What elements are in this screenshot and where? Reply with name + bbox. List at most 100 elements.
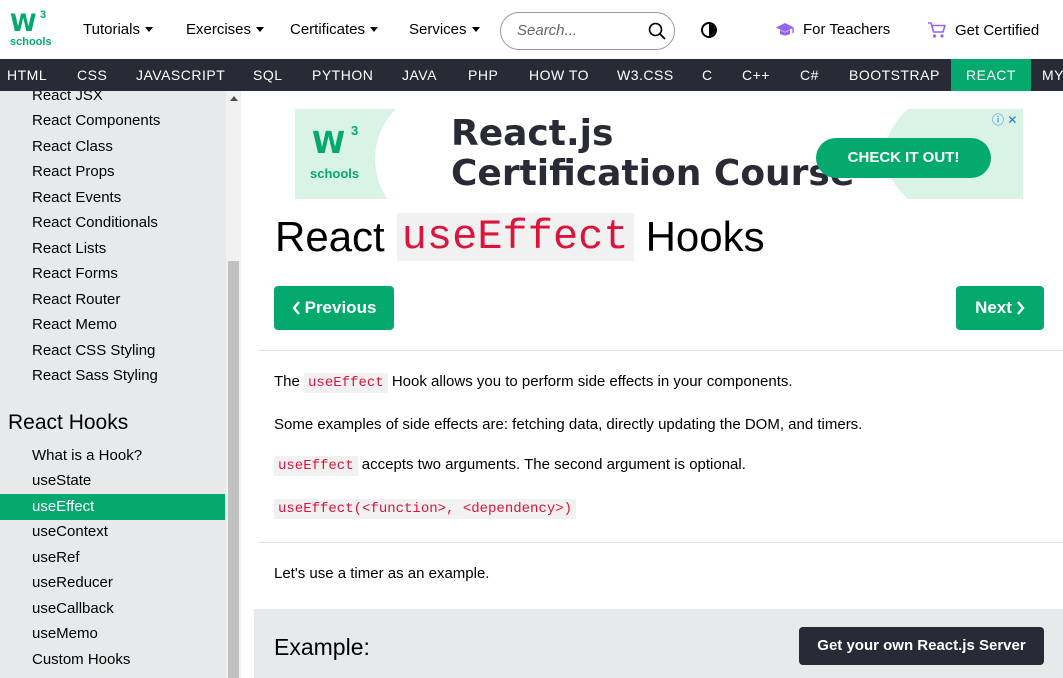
previous-button-label: Previous bbox=[304, 298, 377, 317]
chevron-right-icon bbox=[1017, 301, 1025, 315]
sidebar-item-react-lists[interactable]: React Lists bbox=[32, 240, 106, 257]
sidebar-item-react-sass-styling[interactable]: React Sass Styling bbox=[32, 367, 158, 384]
ad-logo-superscript: 3 bbox=[351, 123, 359, 138]
nav-tutorials[interactable]: Tutorials bbox=[83, 21, 153, 38]
topic-cpp[interactable]: C++ bbox=[732, 59, 780, 91]
sidebar-scrollbar-thumb[interactable] bbox=[228, 261, 239, 678]
divider bbox=[258, 350, 1063, 351]
paragraph-signature: useEffect(<function>, <dependency>) bbox=[274, 499, 577, 519]
sidebar-item-react-props[interactable]: React Props bbox=[32, 163, 115, 180]
example-label: Example: bbox=[274, 634, 370, 660]
sidebar-item-react-conditionals[interactable]: React Conditionals bbox=[32, 214, 158, 231]
get-certified-label: Get Certified bbox=[955, 21, 1040, 39]
caret-down-icon bbox=[256, 27, 265, 32]
text: Hook allows you to perform side effects … bbox=[391, 373, 793, 390]
get-certified-link[interactable]: Get Certified bbox=[927, 21, 1039, 39]
topic-python[interactable]: PYTHON bbox=[302, 59, 383, 91]
ad-title-line1: React.js bbox=[451, 113, 614, 154]
chevron-left-icon bbox=[292, 301, 300, 315]
sidebar-item-usecontext[interactable]: useContext bbox=[32, 523, 108, 540]
page-title-post: Hooks bbox=[645, 213, 765, 260]
caret-down-icon bbox=[471, 27, 480, 32]
next-button-label: Next bbox=[975, 298, 1012, 317]
logo-mark: W bbox=[10, 9, 37, 37]
sidebar-item-react-css-styling[interactable]: React CSS Styling bbox=[32, 342, 155, 359]
paragraph-arguments: useEffect accepts two arguments. The sec… bbox=[274, 456, 746, 476]
sidebar-item-custom-hooks[interactable]: Custom Hooks bbox=[32, 651, 130, 668]
sidebar-item-react-class[interactable]: React Class bbox=[32, 138, 113, 155]
topic-c[interactable]: C bbox=[692, 59, 723, 91]
text: The bbox=[274, 373, 300, 390]
inline-code: useEffect(<function>, <dependency>) bbox=[274, 499, 577, 519]
logo-wordmark: schools bbox=[10, 36, 52, 48]
sidebar-item-react-components[interactable]: React Components bbox=[32, 112, 160, 129]
divider bbox=[258, 542, 1063, 543]
sidebar-item-usereducer[interactable]: useReducer bbox=[32, 574, 113, 591]
w3schools-logo[interactable]: W 3 schools bbox=[10, 9, 52, 49]
sidebar-item-useref[interactable]: useRef bbox=[32, 549, 80, 566]
search-icon[interactable] bbox=[648, 22, 666, 40]
caret-down-icon bbox=[144, 27, 153, 32]
example-box: Example: Get your own React.js Server bbox=[254, 609, 1063, 678]
topic-how-to[interactable]: HOW TO bbox=[519, 59, 599, 91]
topic-sql[interactable]: SQL bbox=[243, 59, 293, 91]
sidebar: React JSX React Components React Class R… bbox=[0, 91, 241, 678]
sidebar-item-react-memo[interactable]: React Memo bbox=[32, 316, 117, 333]
nav-services-label: Services bbox=[409, 21, 467, 38]
paragraph-side-effects: Some examples of side effects are: fetch… bbox=[274, 416, 863, 433]
topic-css[interactable]: CSS bbox=[67, 59, 117, 91]
ad-logo-wordmark: schools bbox=[310, 166, 360, 181]
graduation-cap-icon bbox=[776, 22, 794, 35]
nav-certificates-label: Certificates bbox=[290, 21, 366, 38]
caret-down-icon bbox=[370, 27, 379, 32]
page-title-code: useEffect bbox=[396, 213, 634, 261]
inline-code: useEffect bbox=[274, 456, 358, 476]
topic-javascript[interactable]: JAVASCRIPT bbox=[126, 59, 235, 91]
nav-exercises-label: Exercises bbox=[186, 21, 252, 38]
sidebar-item-what-is-a-hook[interactable]: What is a Hook? bbox=[32, 447, 142, 464]
topic-navbar: HTML CSS JAVASCRIPT SQL PYTHON JAVA PHP … bbox=[0, 59, 1063, 91]
for-teachers-label: For Teachers bbox=[803, 21, 891, 38]
nav-exercises[interactable]: Exercises bbox=[186, 21, 265, 38]
sidebar-item-useeffect[interactable]: useEffect bbox=[0, 494, 225, 520]
topic-bootstrap[interactable]: BOOTSTRAP bbox=[839, 59, 950, 91]
sidebar-item-react-events[interactable]: React Events bbox=[32, 189, 121, 206]
sidebar-item-useeffect-label: useEffect bbox=[32, 498, 95, 515]
paragraph-timer-example: Let's use a timer as an example. bbox=[274, 565, 490, 582]
topic-csharp[interactable]: C# bbox=[790, 59, 829, 91]
sidebar-item-usecallback[interactable]: useCallback bbox=[32, 600, 114, 617]
sidebar-item-react-router[interactable]: React Router bbox=[32, 291, 120, 308]
sidebar-item-usememo[interactable]: useMemo bbox=[32, 625, 98, 642]
next-button[interactable]: Next bbox=[956, 286, 1044, 330]
page-title-pre: React bbox=[275, 213, 385, 260]
top-header: W 3 schools Tutorials Exercises Certific… bbox=[0, 0, 1063, 59]
topic-html[interactable]: HTML bbox=[0, 59, 54, 91]
sidebar-item-usestate[interactable]: useState bbox=[32, 472, 91, 489]
previous-button[interactable]: Previous bbox=[274, 286, 394, 330]
topic-java[interactable]: JAVA bbox=[392, 59, 447, 91]
dark-mode-toggle-icon[interactable] bbox=[701, 22, 717, 38]
sidebar-item-react-jsx[interactable]: React JSX bbox=[32, 91, 103, 104]
topic-php[interactable]: PHP bbox=[458, 59, 508, 91]
topic-react[interactable]: REACT bbox=[951, 59, 1031, 91]
topic-my[interactable]: MY bbox=[1032, 59, 1063, 91]
nav-tutorials-label: Tutorials bbox=[83, 21, 140, 38]
sidebar-item-react-forms[interactable]: React Forms bbox=[32, 265, 118, 282]
paragraph-intro: The useEffect Hook allows you to perform… bbox=[274, 373, 793, 393]
ad-title-line2: Certification Course bbox=[451, 153, 855, 194]
text: accepts two arguments. The second argume… bbox=[361, 456, 746, 473]
scroll-up-arrow-icon[interactable] bbox=[230, 96, 238, 101]
ad-banner[interactable]: W 3 schools React.js Certification Cours… bbox=[295, 109, 1023, 199]
get-react-server-button[interactable]: Get your own React.js Server bbox=[799, 627, 1044, 665]
ad-choices-icon[interactable]: ⓘ ✕ bbox=[992, 111, 1017, 128]
topic-w3css[interactable]: W3.CSS bbox=[607, 59, 684, 91]
ad-logo-mark: W bbox=[312, 126, 346, 161]
search-input[interactable] bbox=[517, 22, 637, 39]
nav-services[interactable]: Services bbox=[409, 21, 480, 38]
logo-superscript: 3 bbox=[40, 9, 47, 21]
for-teachers-link[interactable]: For Teachers bbox=[775, 21, 890, 38]
nav-certificates[interactable]: Certificates bbox=[290, 21, 379, 38]
ad-check-it-out-button[interactable]: CHECK IT OUT! bbox=[816, 138, 991, 178]
inline-code: useEffect bbox=[304, 373, 388, 393]
sidebar-heading-react-hooks: React Hooks bbox=[8, 411, 129, 434]
